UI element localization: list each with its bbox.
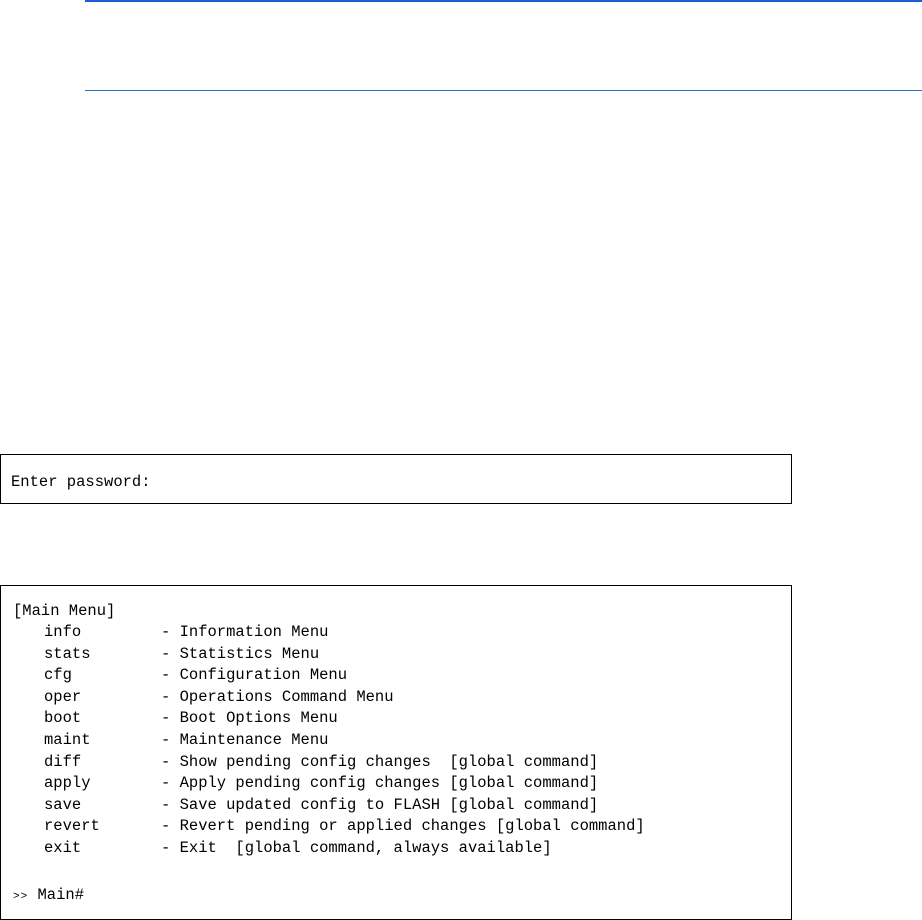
menu-command: oper bbox=[44, 687, 82, 706]
menu-item-maint: maint - Maintenance Menu bbox=[44, 730, 645, 752]
menu-command: apply bbox=[44, 774, 91, 793]
menu-description: - Apply pending config changes [global c… bbox=[161, 774, 599, 793]
menu-item-apply: apply - Apply pending config changes [glo… bbox=[44, 773, 645, 795]
menu-item-boot: boot - Boot Options Menu bbox=[44, 708, 645, 730]
menu-command: diff bbox=[44, 752, 82, 771]
menu-item-revert: revert - Revert pending or applied change… bbox=[44, 816, 645, 838]
menu-item-exit: exit - Exit [global command, always avail… bbox=[44, 838, 645, 860]
menu-description: - Revert pending or applied changes [glo… bbox=[161, 817, 645, 836]
menu-description: - Save updated config to FLASH [global c… bbox=[161, 795, 599, 814]
main-menu-box: [Main Menu] info - Information Menu stats… bbox=[0, 585, 792, 920]
password-prompt-box: Enter password: bbox=[0, 454, 792, 504]
menu-item-save: save - Save updated config to FLASH [glob… bbox=[44, 795, 645, 817]
menu-description: - Maintenance Menu bbox=[161, 730, 329, 749]
menu-item-cfg: cfg - Configuration Menu bbox=[44, 665, 645, 687]
menu-command: stats bbox=[44, 644, 91, 663]
menu-description: - Configuration Menu bbox=[161, 666, 348, 685]
menu-description: - Operations Command Menu bbox=[161, 687, 394, 706]
main-menu-list: info - Information Menu stats - Statistics… bbox=[44, 622, 645, 860]
menu-item-stats: stats - Statistics Menu bbox=[44, 644, 645, 666]
main-menu-header: [Main Menu] bbox=[13, 602, 116, 620]
menu-command: revert bbox=[44, 817, 100, 836]
menu-description: - Boot Options Menu bbox=[161, 709, 338, 728]
prompt-text: Main# bbox=[28, 886, 85, 904]
menu-command: maint bbox=[44, 730, 91, 749]
menu-description: - Show pending config changes [global co… bbox=[161, 752, 599, 771]
main-prompt: >> Main# bbox=[13, 884, 84, 908]
menu-description: - Exit [global command, always available… bbox=[161, 838, 552, 857]
password-prompt-text: Enter password: bbox=[11, 473, 151, 491]
menu-command: cfg bbox=[44, 666, 72, 685]
menu-command: exit bbox=[44, 838, 82, 857]
menu-item-diff: diff - Show pending config changes [globa… bbox=[44, 752, 645, 774]
menu-description: - Information Menu bbox=[161, 623, 329, 641]
menu-command: boot bbox=[44, 709, 82, 728]
prompt-symbol: >> bbox=[13, 891, 29, 903]
header-bottom-rule bbox=[85, 90, 922, 91]
menu-description: - Statistics Menu bbox=[161, 644, 320, 663]
menu-item-oper: oper - Operations Command Menu bbox=[44, 687, 645, 709]
header-top-rule bbox=[85, 0, 922, 2]
menu-command: save bbox=[44, 795, 82, 814]
menu-item-info: info - Information Menu bbox=[44, 622, 645, 644]
menu-command: info bbox=[44, 623, 82, 641]
